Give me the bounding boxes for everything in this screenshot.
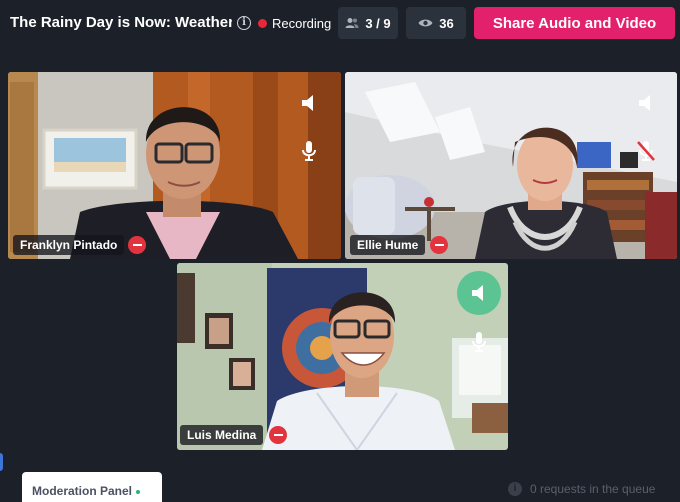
recording-label: Recording [272, 16, 332, 31]
share-audio-video-button[interactable]: Share Audio and Video [474, 7, 675, 39]
minus-icon [273, 434, 283, 436]
participants-icon [345, 18, 359, 28]
moderation-panel-tab[interactable]: Moderation Panel [22, 472, 162, 502]
speaker-icon [472, 285, 483, 301]
remove-participant-button[interactable] [128, 236, 146, 254]
viewers-count: 36 [439, 15, 454, 31]
participant-name-tag: Luis Medina [180, 425, 264, 445]
edge-indicator [0, 453, 3, 471]
viewers-count-button[interactable]: 36 [406, 7, 466, 39]
recording-dot-icon [258, 19, 267, 28]
top-bar: The Rainy Day is Now: Weatheri... i Reco… [0, 0, 680, 46]
mic-icon[interactable] [470, 331, 488, 353]
participant-name-tag: Ellie Hume [350, 235, 426, 255]
video-tile-luis[interactable]: Luis Medina [177, 263, 508, 450]
mic-off-icon[interactable] [637, 140, 655, 162]
participant-name-tag: Franklyn Pintado [13, 235, 125, 255]
active-speaker-indicator[interactable] [457, 271, 501, 315]
mic-icon[interactable] [300, 140, 318, 162]
speaker-icon[interactable] [637, 94, 655, 112]
video-tile-franklyn[interactable]: Franklyn Pintado [8, 72, 341, 259]
speaker-icon[interactable] [300, 94, 318, 112]
participants-count: 3 / 9 [365, 15, 391, 31]
eye-icon [418, 19, 433, 27]
remove-participant-button[interactable] [269, 426, 287, 444]
info-icon: i [508, 482, 522, 496]
video-tile-ellie[interactable]: Ellie Hume [345, 72, 677, 259]
info-icon[interactable]: i [237, 16, 251, 30]
request-queue-status: i 0 requests in the queue [508, 482, 655, 496]
remove-participant-button[interactable] [430, 236, 448, 254]
queue-text: 0 requests in the queue [530, 482, 656, 496]
status-dot-icon [136, 489, 141, 494]
moderation-panel-label: Moderation Panel [32, 484, 133, 498]
minus-icon [132, 244, 142, 246]
participant-video-ellie [345, 72, 677, 259]
session-title: The Rainy Day is Now: Weatheri... [10, 14, 232, 31]
participant-video-franklyn [8, 72, 341, 259]
minus-icon [434, 244, 444, 246]
participants-count-button[interactable]: 3 / 9 [338, 7, 398, 39]
